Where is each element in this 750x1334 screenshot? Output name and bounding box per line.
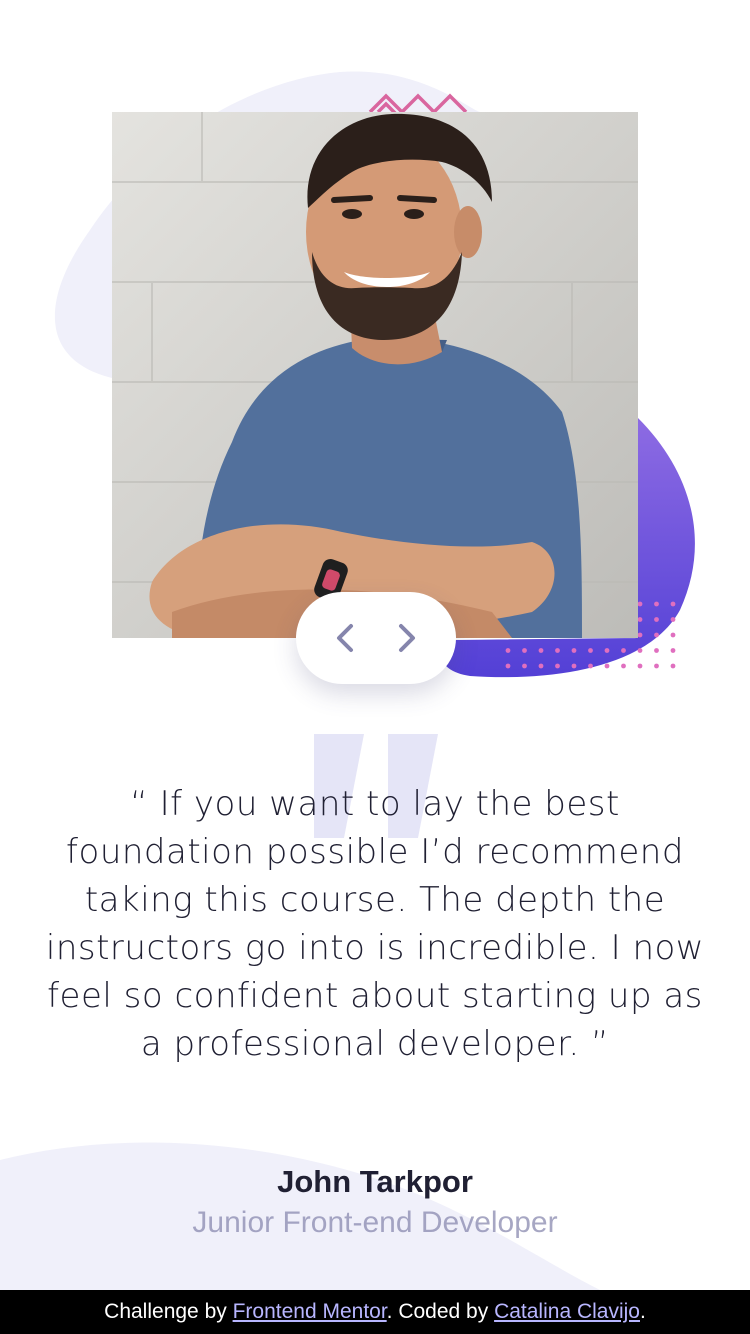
chevron-left-icon: [337, 624, 353, 652]
slider-nav: [296, 592, 456, 684]
testimonial-page: “ If you want to lay the best foundation…: [0, 0, 750, 1334]
author-name: John Tarkpor: [277, 1164, 473, 1199]
next-button[interactable]: [379, 610, 435, 666]
attribution-footer: Challenge by Frontend Mentor. Coded by C…: [0, 1290, 750, 1334]
background-curve: [0, 1142, 600, 1290]
prev-button[interactable]: [317, 610, 373, 666]
attribution-suffix: .: [639, 1300, 646, 1323]
chevron-right-icon: [399, 624, 415, 652]
author-role: Junior Front-end Developer: [192, 1206, 558, 1239]
frontend-mentor-link[interactable]: Frontend Mentor: [233, 1300, 387, 1323]
testimonial-quote: “ If you want to lay the best foundation…: [45, 784, 705, 1064]
portrait-photo: [112, 112, 638, 638]
author-link[interactable]: Catalina Clavijo: [494, 1300, 640, 1323]
attribution-middle: . Coded by: [386, 1300, 495, 1323]
attribution-prefix: Challenge by: [104, 1300, 233, 1323]
